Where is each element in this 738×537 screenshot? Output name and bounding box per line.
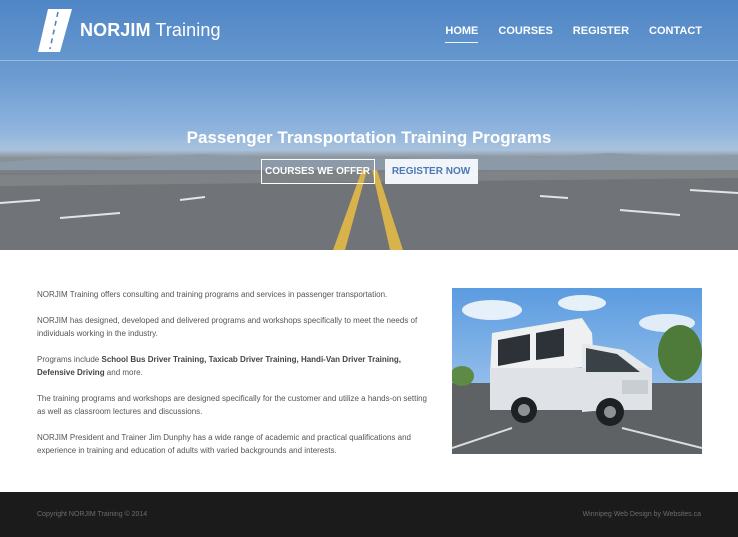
footer-copyright: Copyright NORJIM Training © 2014: [37, 511, 148, 518]
road-logo-icon: [38, 9, 72, 52]
intro-paragraph-2: NORJIM has designed, developed and deliv…: [37, 316, 418, 338]
hero-banner: NORJIM Training HOME COURSES REGISTER CO…: [0, 0, 738, 250]
programs-suffix: and more.: [104, 368, 143, 377]
nav-courses[interactable]: COURSES: [498, 25, 552, 43]
logo-name-light: Training: [155, 20, 221, 40]
intro-paragraph-5: NORJIM President and Trainer Jim Dunphy …: [37, 433, 411, 455]
logo-name-bold: NORJIM: [80, 20, 151, 40]
nav-register[interactable]: REGISTER: [573, 25, 629, 43]
logo-text: NORJIM Training: [80, 20, 221, 41]
programs-prefix: Programs include: [37, 355, 102, 364]
intro-paragraph-3: Programs include School Bus Driver Train…: [37, 353, 427, 379]
site-footer: Copyright NORJIM Training © 2014 Winnipe…: [0, 492, 738, 537]
van-photo: [452, 288, 702, 454]
intro-paragraph-4: The training programs and workshops are …: [37, 394, 427, 416]
intro-text: NORJIM Training offers consulting and tr…: [37, 288, 427, 470]
intro-paragraph-1: NORJIM Training offers consulting and tr…: [37, 290, 388, 299]
register-now-button[interactable]: REGISTER NOW: [384, 159, 478, 184]
hero-title: Passenger Transportation Training Progra…: [186, 128, 552, 147]
courses-we-offer-button[interactable]: COURSES WE OFFER: [260, 159, 375, 184]
main-nav: HOME COURSES REGISTER CONTACT: [425, 25, 702, 43]
hero-buttons: COURSES WE OFFER REGISTER NOW: [0, 159, 738, 184]
footer-credit-link[interactable]: Winnipeg Web Design by Websites.ca: [583, 511, 701, 518]
nav-contact[interactable]: CONTACT: [649, 25, 702, 43]
nav-home[interactable]: HOME: [445, 25, 479, 43]
site-header: NORJIM Training HOME COURSES REGISTER CO…: [0, 0, 738, 61]
site-logo[interactable]: NORJIM Training: [38, 9, 221, 52]
